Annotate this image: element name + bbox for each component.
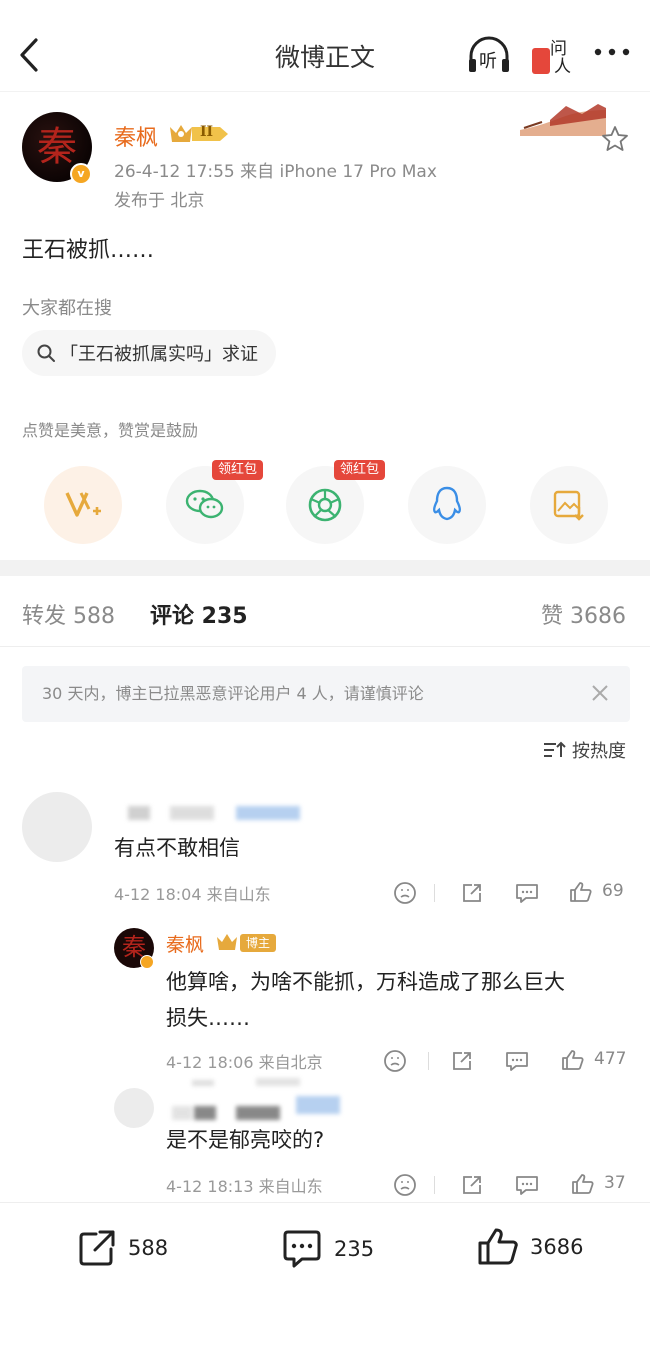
save-image-icon <box>553 490 584 521</box>
comment-actions: 69 <box>390 878 630 908</box>
like-count: 477 <box>594 1049 627 1069</box>
share-v-plus-button[interactable] <box>44 466 122 544</box>
comment-count: 235 <box>334 1237 375 1261</box>
reply-text-line1: 他算啥，为啥不能抓，万科造成了那么巨大 <box>166 970 565 994</box>
reply-actions: 477 <box>380 1046 630 1076</box>
close-icon[interactable] <box>590 683 610 703</box>
divider <box>434 884 435 902</box>
commenter-name-redacted <box>194 1106 216 1120</box>
share-qq-button[interactable] <box>408 466 486 544</box>
sort-icon <box>544 741 566 757</box>
like-count: 37 <box>604 1173 626 1193</box>
dislike-face-icon[interactable] <box>382 1048 408 1074</box>
repost-icon <box>79 1230 115 1266</box>
vip-crown-badge[interactable]: II <box>168 121 230 147</box>
listen-button[interactable]: 听 <box>466 36 512 76</box>
moments-icon <box>308 488 342 522</box>
wechat-icon <box>185 489 224 519</box>
tab-like[interactable]: 赞 3686 <box>541 598 626 630</box>
listen-label: 听 <box>479 51 497 72</box>
reply-icon[interactable] <box>514 881 540 905</box>
comment-button[interactable]: 235 <box>280 1227 374 1271</box>
dislike-face-icon[interactable] <box>392 880 418 906</box>
divider <box>434 1176 435 1194</box>
favorite-star-icon[interactable] <box>600 124 630 154</box>
reply-author-name[interactable]: 秦枫 <box>166 930 204 957</box>
repost-button[interactable]: 588 <box>76 1227 168 1269</box>
comment-text: 有点不敢相信 <box>114 836 240 860</box>
verified-badge-icon <box>140 955 154 969</box>
moments-red-packet-tag: 领红包 <box>334 460 386 480</box>
verified-badge-icon: v <box>70 163 92 185</box>
like-icon[interactable] <box>568 880 594 904</box>
like-icon[interactable] <box>560 1048 586 1072</box>
qq-icon <box>432 486 462 521</box>
commenter-name-redacted <box>296 1096 340 1114</box>
reply-text: 是不是郁亮咬的? <box>166 1128 325 1152</box>
commenter-name-redacted <box>192 1080 214 1086</box>
like-count: 3686 <box>530 1235 584 1259</box>
commenter-name-redacted <box>170 806 214 820</box>
hot-search-title: 大家都在搜 <box>22 298 112 319</box>
reply-text-line2: 损失…… <box>166 1006 250 1030</box>
tab-repost[interactable]: 转发 588 <box>22 598 115 630</box>
commenter-name-redacted <box>172 1106 192 1120</box>
thumbs-up-icon <box>478 1228 518 1265</box>
commenter-name-redacted <box>128 806 150 820</box>
comment-icon <box>283 1230 321 1268</box>
dislike-face-icon[interactable] <box>392 1172 418 1198</box>
reply-meta: 4-12 18:13 来自山东 <box>166 1177 323 1196</box>
reply-icon[interactable] <box>514 1173 540 1197</box>
more-icon[interactable] <box>592 40 632 60</box>
commenter-name-redacted <box>236 806 300 820</box>
wechat-red-packet-tag: 领红包 <box>212 460 264 480</box>
post-text: 王石被抓…… <box>22 238 155 263</box>
reply-meta: 4-12 18:06 来自北京 <box>166 1053 323 1072</box>
like-button[interactable]: 3686 <box>476 1225 583 1269</box>
great-wall-decoration-icon <box>520 100 606 136</box>
avatar-seal: 秦 <box>37 124 77 170</box>
reply-vip-crown-badge <box>216 932 238 952</box>
reward-tip: 点赞是美意，赞赏是鼓励 <box>22 421 199 440</box>
sort-button[interactable]: 按热度 <box>542 737 626 763</box>
post-location: 发布于 北京 <box>114 191 205 211</box>
reply-actions: 37 <box>390 1170 630 1200</box>
comment-meta: 4-12 18:04 来自山东 <box>114 885 271 904</box>
section-divider <box>0 560 650 576</box>
hot-search-query: 「王石被抓属实吗」求证 <box>60 344 258 365</box>
commenter-name-redacted <box>256 1078 300 1086</box>
v-plus-icon <box>65 492 101 517</box>
commenter-name-redacted <box>236 1106 280 1120</box>
reply-commenter-avatar[interactable] <box>114 1088 154 1128</box>
tab-divider <box>0 646 650 647</box>
save-image-button[interactable] <box>530 466 608 544</box>
sort-label: 按热度 <box>572 741 626 762</box>
blogger-badge: 博主 <box>240 934 277 952</box>
divider <box>428 1052 429 1070</box>
ask-button[interactable]: 问 人 <box>530 34 576 77</box>
share-icon[interactable] <box>460 881 484 905</box>
share-icon[interactable] <box>450 1049 474 1073</box>
like-icon[interactable] <box>570 1172 596 1196</box>
like-count: 69 <box>602 881 624 901</box>
search-icon <box>37 344 55 362</box>
share-icon[interactable] <box>460 1173 484 1197</box>
reply-icon[interactable] <box>504 1049 530 1073</box>
commenter-avatar[interactable] <box>22 792 92 862</box>
vip-level: II <box>200 124 214 140</box>
author-name[interactable]: 秦枫 <box>114 120 158 152</box>
hot-search-pill[interactable]: 「王石被抓属实吗」求证 <box>22 330 276 376</box>
red-envelope-icon <box>532 48 550 74</box>
post-time-source: 26-4-12 17:55 来自 iPhone 17 Pro Max <box>114 162 437 182</box>
block-notice: 30 天内，博主已拉黑恶意评论用户 4 人，请谨慎评论 <box>22 666 630 722</box>
bottom-action-bar: 588 235 3686 <box>0 1202 650 1345</box>
repost-count: 588 <box>128 1236 169 1260</box>
share-row: 领红包 领红包 <box>0 460 650 544</box>
tab-comment[interactable]: 评论 235 <box>150 598 248 630</box>
ask-sub-label: 人 <box>554 57 571 77</box>
